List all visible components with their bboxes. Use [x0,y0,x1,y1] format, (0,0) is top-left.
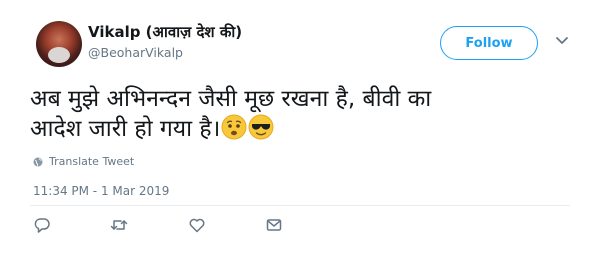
author-block: Vikalp (आवाज़ देश की) @BeoharVikalp [88,22,242,62]
display-name[interactable]: Vikalp (आवाज़ देश की) [88,22,242,42]
tweet-text: अब मुझे अभिनन्दन जैसी मूछ रखना है, बीवी … [30,84,570,144]
worried-face-emoji [221,114,247,140]
globe-icon [33,157,43,166]
avatar[interactable] [36,21,82,67]
reply-icon[interactable] [33,216,51,234]
tweet-text-line-1: अब मुझे अभिनन्दन जैसी मूछ रखना है, बीवी … [30,86,432,112]
tweet-text-line-2-text: आदेश जारी हो गया है। [30,116,221,142]
message-icon[interactable] [265,216,283,234]
retweet-icon[interactable] [110,216,128,234]
translate-label[interactable]: Translate Tweet [49,155,134,168]
tweet-text-line-2: आदेश जारी हो गया है। [30,114,570,144]
divider [30,205,570,206]
user-handle[interactable]: @BeoharVikalp [88,44,242,62]
tweet-timestamp[interactable]: 11:34 PM - 1 Mar 2019 [33,184,169,198]
like-icon[interactable] [188,216,206,234]
avatar-beard [48,47,70,63]
chevron-down-icon[interactable] [555,36,569,46]
sunglasses-face-emoji [248,114,274,140]
translate-tweet-link[interactable]: Translate Tweet [33,155,134,168]
follow-button[interactable]: Follow [440,26,538,60]
